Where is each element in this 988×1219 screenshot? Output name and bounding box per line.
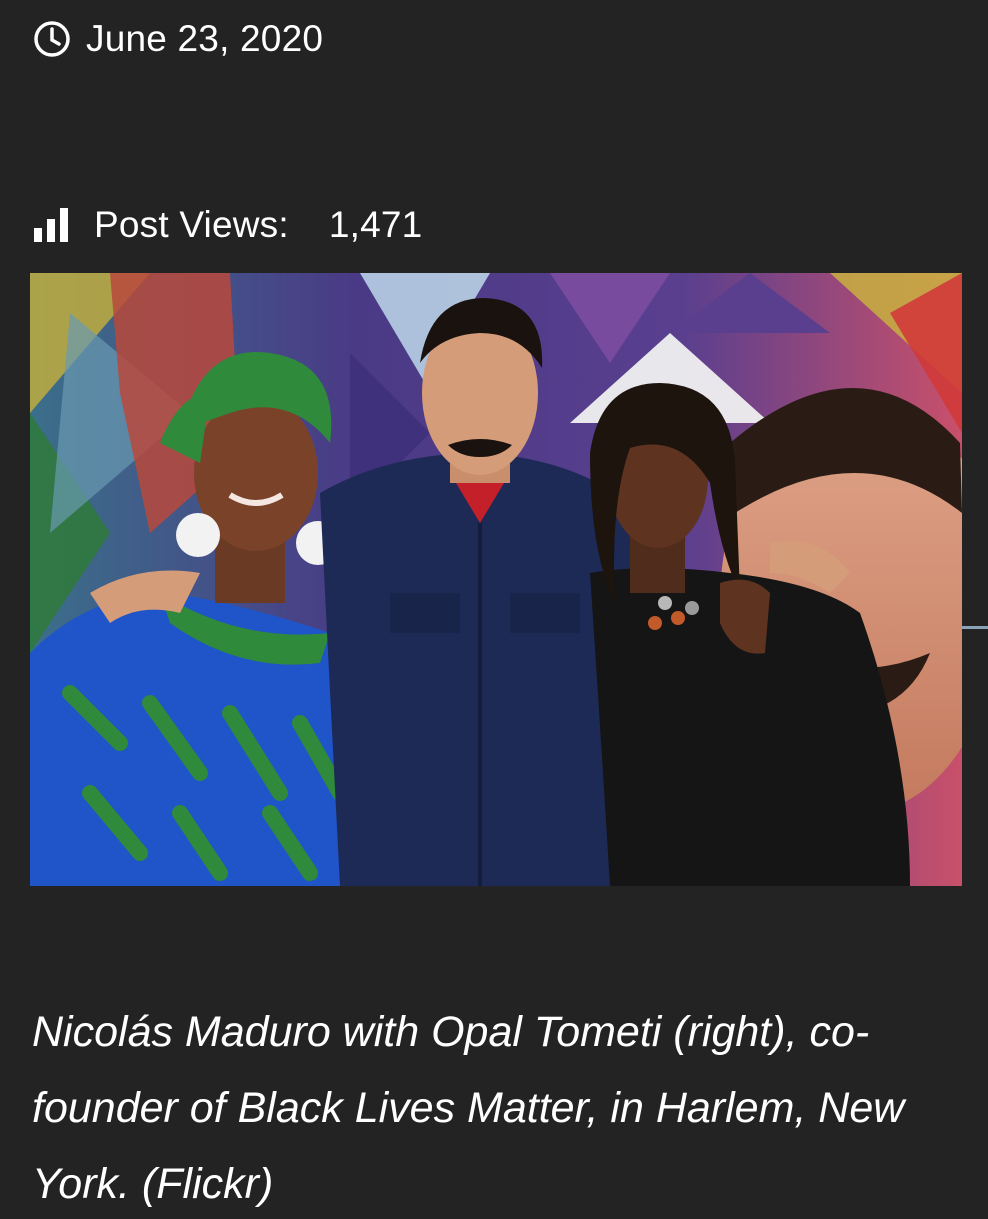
article-photo [30, 273, 962, 886]
post-views-label: Post Views: [94, 204, 289, 245]
bar-chart-icon [32, 208, 72, 242]
divider-line [962, 626, 988, 629]
post-views-count: 1,471 [328, 204, 423, 245]
post-date: June 23, 2020 [32, 14, 323, 64]
photo-caption: Nicolás Maduro with Opal Tometi (right),… [32, 1008, 905, 1208]
post-views: Post Views: 1,471 [32, 198, 422, 252]
clock-icon [32, 19, 72, 59]
post-date-text: June 23, 2020 [86, 18, 324, 59]
